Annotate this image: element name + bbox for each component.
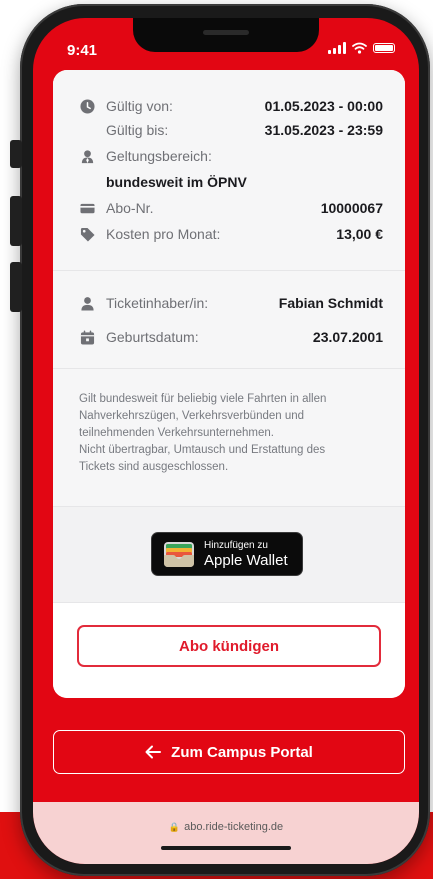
birthdate-label: Geburtsdatum: [106,329,199,345]
cost-label: Kosten pro Monat: [106,226,221,242]
campus-portal-button[interactable]: Zum Campus Portal [53,730,405,774]
wifi-icon [352,42,367,54]
wallet-icon [164,542,194,567]
signal-icon [328,42,346,54]
arrow-left-icon [145,745,162,759]
scope-value: bundesweit im ÖPNV [106,174,247,190]
conditions-line: Nahverkehrszügen, Verkehrsverbünden und [79,410,305,422]
valid-from-label: Gültig von: [106,98,173,114]
phone-volume-down [10,262,22,312]
campus-portal-label: Zum Campus Portal [171,743,313,761]
abo-number-value: 10000067 [320,200,383,216]
home-indicator [161,846,291,850]
wallet-button-title: Apple Wallet [204,552,288,569]
conditions-line: Tickets sind ausgeschlossen. [79,461,229,473]
battery-icon [373,43,395,53]
speaker [203,30,249,35]
browser-address-bar[interactable]: 🔒 abo.ride-ticketing.de [33,802,419,864]
status-icons [328,42,395,54]
notch [133,18,319,52]
valid-from-value: 01.05.2023 - 00:00 [264,98,383,114]
holder-name-label: Ticketinhaber/in: [106,295,209,311]
scope-row: Geltungsbereich: [79,146,383,166]
valid-from-row: Gültig von: 01.05.2023 - 00:00 [79,96,383,116]
phone-screen: 9:41 Gültig von: 01.05.2023 - 00:00 Gült… [33,18,419,864]
user-icon [79,295,95,311]
status-time: 9:41 [67,42,98,59]
cancel-section: Abo kündigen [53,602,405,698]
holder-name-value: Fabian Schmidt [278,295,383,311]
conditions-line: Nicht übertragbar, Umtausch und Erstattu… [79,444,326,456]
ticket-card: Gültig von: 01.05.2023 - 00:00 Gültig bi… [53,70,405,698]
abo-number-label: Abo-Nr. [106,200,154,216]
conditions-section: Gilt bundesweit für beliebig viele Fahrt… [53,368,405,507]
phone-volume-up [10,196,22,246]
birthdate-row: Geburtsdatum: 23.07.2001 [79,327,383,347]
phone-mute-switch [10,140,22,168]
cancel-subscription-button[interactable]: Abo kündigen [77,625,381,667]
user-location-icon [79,148,95,164]
birthdate-value: 23.07.2001 [312,329,383,345]
calendar-icon [79,329,95,345]
holder-name-row: Ticketinhaber/in: Fabian Schmidt [79,293,383,313]
ticket-details-section: Gültig von: 01.05.2023 - 00:00 Gültig bi… [53,70,405,270]
wallet-section: Hinzufügen zu Apple Wallet [53,506,405,603]
valid-to-value: 31.05.2023 - 23:59 [264,122,383,138]
valid-to-label: Gültig bis: [106,122,169,138]
conditions-text: Gilt bundesweit für beliebig viele Fahrt… [79,391,377,476]
conditions-line: teilnehmenden Verkehrsunternehmen. [79,427,274,439]
add-to-apple-wallet-button[interactable]: Hinzufügen zu Apple Wallet [151,532,303,576]
clock-icon [79,98,95,114]
holder-section: Ticketinhaber/in: Fabian Schmidt Geburts… [53,270,405,369]
valid-to-row: Gültig bis: 31.05.2023 - 23:59 [79,120,383,140]
abo-number-row: Abo-Nr. 10000067 [79,198,383,218]
credit-card-icon [79,200,95,216]
tag-icon [79,226,95,242]
cost-row: Kosten pro Monat: 13,00 € [79,224,383,244]
url-text: abo.ride-ticketing.de [184,821,284,833]
wallet-button-caption: Hinzufügen zu [204,540,268,551]
cost-value: 13,00 € [336,226,383,242]
scope-label: Geltungsbereich: [106,148,212,164]
url-display: 🔒 abo.ride-ticketing.de [33,821,419,833]
conditions-line: Gilt bundesweit für beliebig viele Fahrt… [79,393,327,405]
lock-icon: 🔒 [168,822,181,832]
